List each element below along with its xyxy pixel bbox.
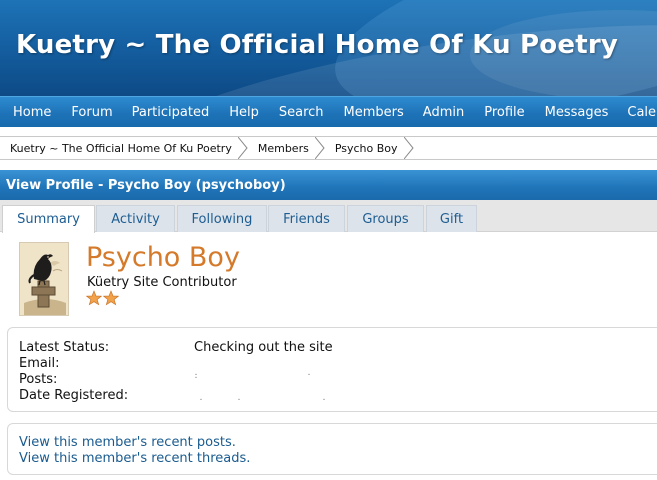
status-label: Latest Status: [19, 340, 110, 355]
breadcrumb-label: Kuetry ~ The Official Home Of Ku Poetry [10, 141, 232, 155]
nav-forum[interactable]: Forum [71, 105, 112, 120]
breadcrumb-separator-icon [314, 137, 325, 159]
recent-posts-link[interactable]: View this member's recent posts. [19, 435, 236, 450]
nav-help[interactable]: Help [229, 105, 259, 120]
recent-threads-link[interactable]: View this member's recent threads. [19, 451, 250, 466]
breadcrumb-label: Members [257, 141, 309, 155]
star-icon [86, 290, 102, 306]
main-nav: Home Forum Participated Help Search Memb… [0, 96, 657, 127]
nav-profile[interactable]: Profile [484, 105, 524, 120]
tab-summary[interactable]: Summary [2, 205, 95, 233]
profile-info-box: Latest Status: Checking out the site Ema… [7, 327, 657, 412]
avatar[interactable] [19, 242, 69, 316]
posts-label: Posts: [19, 372, 58, 387]
tab-activity[interactable]: Activity [96, 205, 175, 232]
nav-participated[interactable]: Participated [132, 105, 210, 120]
star-icon [103, 290, 119, 306]
breadcrumb-separator-icon [237, 137, 248, 159]
breadcrumb-separator-icon [403, 137, 414, 159]
redacted-value [195, 376, 197, 378]
nav-calendar[interactable]: Calendar [627, 105, 657, 120]
breadcrumb-item-current[interactable]: Psycho Boy [325, 137, 414, 159]
tab-groups[interactable]: Groups [347, 205, 424, 232]
nav-messages[interactable]: Messages [545, 105, 609, 120]
redacted-value [195, 373, 310, 375]
site-title[interactable]: Kuetry ~ The Official Home Of Ku Poetry [16, 30, 618, 60]
nav-admin[interactable]: Admin [423, 105, 464, 120]
status-value: Checking out the site [194, 340, 333, 355]
view-profile-header: View Profile - Psycho Boy (psychoboy) [0, 170, 657, 200]
tab-friends[interactable]: Friends [268, 205, 345, 232]
nav-home[interactable]: Home [13, 105, 51, 120]
breadcrumb: Kuetry ~ The Official Home Of Ku Poetry … [0, 136, 657, 160]
email-label: Email: [19, 356, 60, 371]
profile-rank: Küetry Site Contributor [87, 275, 237, 290]
rank-stars [86, 290, 119, 306]
profile-tabs: Summary Activity Following Friends Group… [0, 200, 657, 233]
nav-search[interactable]: Search [279, 105, 324, 120]
crow-on-gravestone-icon [20, 243, 68, 315]
site-banner: Kuetry ~ The Official Home Of Ku Poetry [0, 0, 657, 96]
tab-gift[interactable]: Gift [426, 205, 477, 232]
breadcrumb-item-members[interactable]: Members [248, 137, 325, 159]
profile-name: Psycho Boy [86, 242, 240, 273]
breadcrumb-label: Psycho Boy [334, 141, 398, 155]
member-links-box: View this member's recent posts. View th… [7, 423, 657, 475]
nav-members[interactable]: Members [344, 105, 404, 120]
registered-label: Date Registered: [19, 388, 129, 403]
redacted-value [200, 398, 325, 400]
breadcrumb-item-home[interactable]: Kuetry ~ The Official Home Of Ku Poetry [0, 137, 248, 159]
view-profile-title: View Profile - Psycho Boy (psychoboy) [6, 177, 286, 193]
tab-following[interactable]: Following [177, 205, 267, 232]
